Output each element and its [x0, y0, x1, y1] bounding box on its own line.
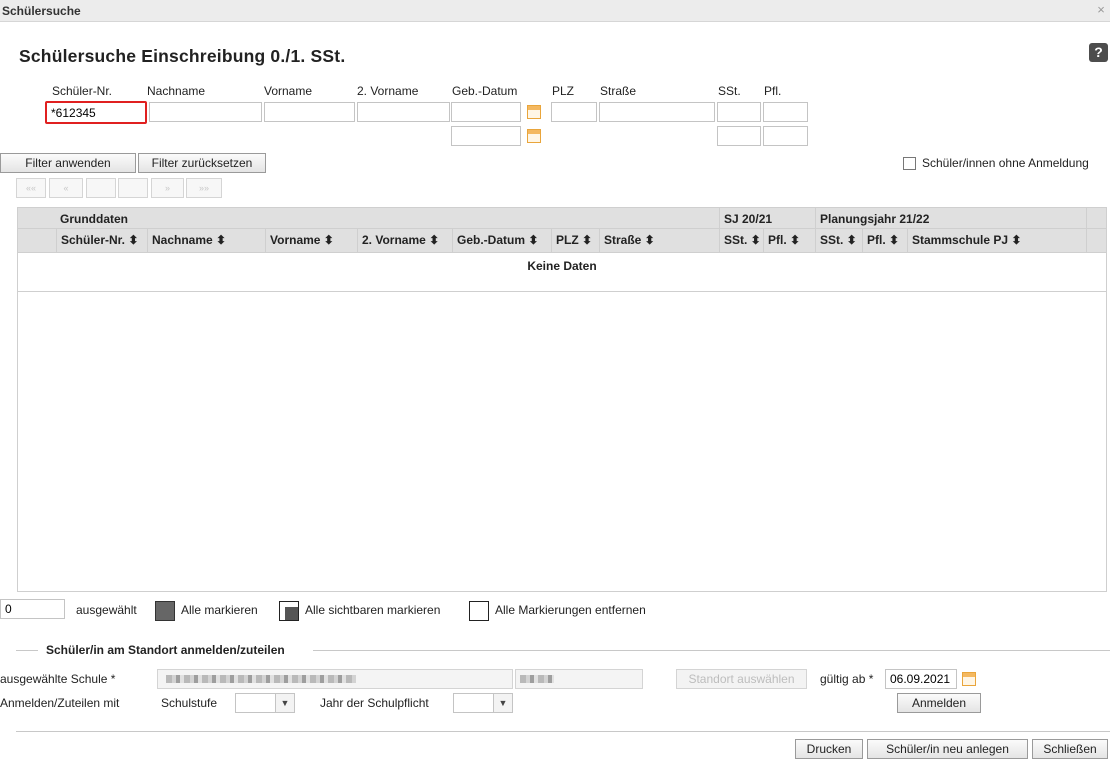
apply-filter-button[interactable]: Filter anwenden [0, 153, 136, 173]
ohne-anmeldung-label: Schüler/innen ohne Anmeldung [922, 156, 1089, 170]
section-title: Schüler/in am Standort anmelden/zuteilen [46, 643, 285, 657]
col-sj-sst[interactable]: SSt. ⬍ [719, 229, 761, 252]
group-sj: SJ 20/21 [719, 208, 772, 228]
school-code-field [515, 669, 643, 689]
label-geb-datum: Geb.-Datum [452, 84, 518, 98]
page-title: Schülersuche Einschreibung 0./1. SSt. [19, 46, 346, 66]
reset-filter-button[interactable]: Filter zurücksetzen [138, 153, 266, 173]
geb-datum-from-input[interactable] [451, 102, 521, 122]
group-planungsjahr: Planungsjahr 21/22 [815, 208, 929, 228]
school-label: ausgewählte Schule * [0, 672, 116, 686]
jahr-select[interactable]: ▼ [453, 693, 513, 713]
ohne-anmeldung-checkbox[interactable] [903, 157, 916, 170]
label-sst: SSt. [718, 84, 741, 98]
geb-datum-to-input[interactable] [451, 126, 521, 146]
schulstufe-label: Schulstufe [161, 696, 218, 710]
window-title: Schülersuche [2, 4, 81, 18]
label-schueler-nr: Schüler-Nr. [52, 84, 113, 98]
pager-last-button[interactable]: »» [186, 178, 222, 198]
header-spacer [1086, 208, 1091, 228]
sst-to-input[interactable] [717, 126, 761, 146]
pager-next-button[interactable]: » [151, 178, 184, 198]
label-pfl: Pfl. [764, 84, 782, 98]
grid-column-header: Schüler-Nr. ⬍ Nachname ⬍ Vorname ⬍ 2. Vo… [17, 229, 1107, 253]
standort-auswaehlen-button[interactable]: Standort auswählen [676, 669, 807, 689]
mark-all-link[interactable]: Alle markieren [181, 603, 258, 617]
mit-label: Anmelden/Zuteilen mit [0, 696, 120, 710]
chevron-down-icon[interactable]: ▼ [493, 694, 512, 712]
selected-label: ausgewählt [76, 603, 137, 617]
col-vorname[interactable]: Vorname ⬍ [265, 229, 334, 252]
schulstufe-select[interactable]: ▼ [235, 693, 295, 713]
col-sj-pfl[interactable]: Pfl. ⬍ [763, 229, 800, 252]
close-icon[interactable]: × [1094, 2, 1108, 18]
pager-first-button[interactable]: «« [16, 178, 46, 198]
clear-marks-icon[interactable] [469, 601, 489, 621]
gueltig-date-input[interactable] [885, 669, 957, 689]
pfl-from-input[interactable] [763, 102, 808, 122]
sst-from-input[interactable] [717, 102, 761, 122]
header-spacer [1086, 229, 1091, 252]
vorname-input[interactable] [264, 102, 355, 122]
gueltig-label: gültig ab * [820, 672, 874, 686]
group-grunddaten: Grunddaten [60, 212, 128, 226]
pager-page-input[interactable] [86, 178, 116, 198]
col-pj-pfl[interactable]: Pfl. ⬍ [862, 229, 899, 252]
col-zweiter-vorname[interactable]: 2. Vorname ⬍ [357, 229, 439, 252]
col-stammschule[interactable]: Stammschule PJ ⬍ [907, 229, 1021, 252]
label-plz: PLZ [552, 84, 575, 98]
mark-all-icon[interactable] [155, 601, 175, 621]
pager-total [118, 178, 148, 198]
col-nachname[interactable]: Nachname ⬍ [147, 229, 226, 252]
jahr-label: Jahr der Schulpflicht [320, 696, 429, 710]
calendar-icon[interactable] [962, 672, 976, 686]
school-field [157, 669, 513, 689]
grid-empty-message: Keine Daten [17, 253, 1107, 292]
col-geb-datum[interactable]: Geb.-Datum ⬍ [452, 229, 538, 252]
window-titlebar: Schülersuche × [0, 0, 1110, 22]
mark-visible-link[interactable]: Alle sichtbaren markieren [305, 603, 440, 617]
nachname-input[interactable] [149, 102, 262, 122]
section-divider [16, 650, 38, 651]
anmelden-button[interactable]: Anmelden [897, 693, 981, 713]
grid-group-header: Grunddaten SJ 20/21 Planungsjahr 21/22 [17, 207, 1107, 229]
mark-visible-icon[interactable] [279, 601, 299, 621]
label-zweiter-vorname: 2. Vorname [357, 84, 419, 98]
chevron-down-icon[interactable]: ▼ [275, 694, 294, 712]
strasse-input[interactable] [599, 102, 715, 122]
section-divider [313, 650, 1110, 651]
pfl-to-input[interactable] [763, 126, 808, 146]
help-icon[interactable]: ? [1089, 43, 1108, 62]
selected-count [0, 599, 65, 619]
calendar-icon[interactable] [527, 129, 541, 143]
label-vorname: Vorname [264, 84, 313, 98]
plz-input[interactable] [551, 102, 597, 122]
print-button[interactable]: Drucken [795, 739, 863, 759]
grid-body[interactable] [17, 292, 1107, 592]
clear-marks-link[interactable]: Alle Markierungen entfernen [495, 603, 646, 617]
col-plz[interactable]: PLZ ⬍ [551, 229, 592, 252]
new-student-button[interactable]: Schüler/in neu anlegen [867, 739, 1028, 759]
zweiter-vorname-input[interactable] [357, 102, 450, 122]
pager-prev-button[interactable]: « [49, 178, 83, 198]
col-strasse[interactable]: Straße ⬍ [599, 229, 655, 252]
col-pj-sst[interactable]: SSt. ⬍ [815, 229, 857, 252]
col-schueler-nr[interactable]: Schüler-Nr. ⬍ [56, 229, 138, 252]
label-nachname: Nachname [147, 84, 206, 98]
footer-divider [16, 731, 1110, 732]
calendar-icon[interactable] [527, 105, 541, 119]
schueler-nr-input[interactable] [45, 101, 147, 124]
label-strasse: Straße [600, 84, 637, 98]
close-button[interactable]: Schließen [1032, 739, 1108, 759]
